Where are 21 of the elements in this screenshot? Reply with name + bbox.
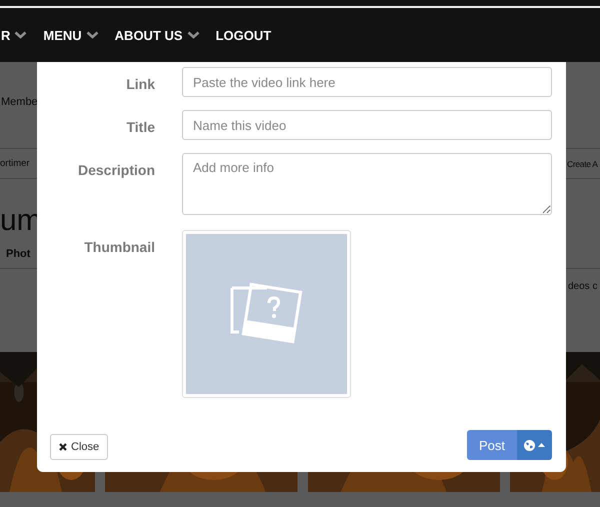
description-field[interactable]: Add more info	[182, 153, 552, 215]
field-label: Link	[125, 75, 155, 94]
thumbnail-box[interactable]	[182, 230, 351, 398]
field-label: Description	[76, 161, 155, 180]
close-button[interactable]: Close	[50, 434, 108, 460]
photos-placeholder-icon	[228, 282, 304, 346]
visibility-dropdown[interactable]	[517, 430, 552, 460]
nav-item[interactable]: R	[1, 28, 28, 42]
side-text: deos c	[568, 281, 598, 292]
input-field[interactable]: Paste the video link here	[182, 67, 552, 97]
globe-icon	[524, 440, 535, 450]
nav-item[interactable]: MENU	[43, 28, 99, 42]
input-field[interactable]: Name this video	[182, 110, 552, 140]
field-label: Thumbnail	[83, 238, 155, 257]
member-text: Membe	[1, 96, 38, 108]
table-cell: ortimer	[0, 158, 30, 169]
field-label: Title	[125, 118, 155, 137]
caret-up-icon	[538, 443, 545, 447]
nav-item[interactable]: LOGOUT	[216, 28, 272, 42]
nav-item[interactable]: ABOUT US	[114, 28, 200, 42]
close-icon	[59, 443, 67, 451]
